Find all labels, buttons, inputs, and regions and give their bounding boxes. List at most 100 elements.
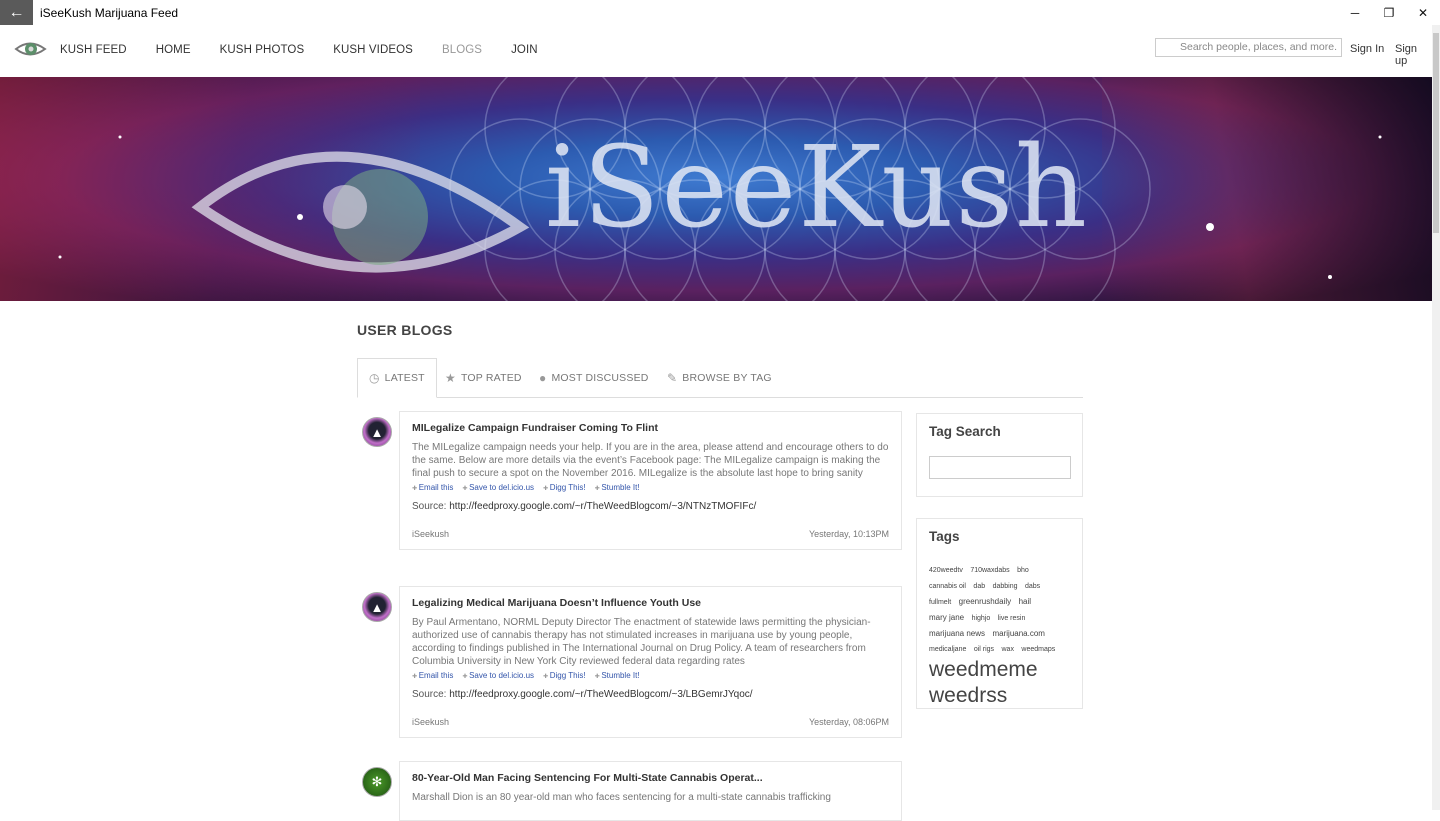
stumble-link[interactable]: Stumble It! (595, 483, 639, 492)
tag-search-title: Tag Search (929, 424, 1001, 439)
tag-link[interactable]: bho (1017, 567, 1029, 574)
post-author[interactable]: iSeekush (412, 529, 449, 539)
search-input[interactable]: Search people, places, and more. (1155, 38, 1342, 57)
nav-kush-photos[interactable]: KUSH PHOTOS (220, 44, 305, 56)
tag-link[interactable]: dabbing (993, 583, 1018, 590)
list-item: ▲ MILegalize Campaign Fundraiser Coming … (357, 411, 902, 566)
page-title: USER BLOGS (357, 322, 453, 338)
nav-blogs[interactable]: BLOGS (442, 44, 482, 56)
nav-home[interactable]: HOME (156, 44, 191, 56)
nav-join[interactable]: JOIN (511, 44, 538, 56)
back-button[interactable]: ← (0, 0, 33, 25)
tab-label: LATEST (384, 372, 425, 384)
clock-icon: ◷ (369, 371, 380, 385)
tab-latest[interactable]: ◷ LATEST (357, 358, 437, 398)
post-title[interactable]: MILegalize Campaign Fundraiser Coming To… (412, 422, 889, 434)
site-navbar: KUSH FEED HOME KUSH PHOTOS KUSH VIDEOS B… (0, 25, 1432, 77)
tag-link[interactable]: mary jane (929, 613, 964, 622)
tab-top-rated[interactable]: ★ TOP RATED (445, 358, 522, 398)
tag-link[interactable]: marijuana news (929, 629, 985, 638)
tag-link[interactable]: dab (973, 583, 985, 590)
nav-kush-videos[interactable]: KUSH VIDEOS (333, 44, 413, 56)
tag-link[interactable]: 420weedtv (929, 567, 963, 574)
tab-label: MOST DISCUSSED (551, 372, 649, 384)
tag-link[interactable]: greenrushdaily (959, 597, 1011, 606)
delicious-link[interactable]: Save to del.icio.us (462, 671, 534, 680)
nav-kush-feed[interactable]: KUSH FEED (60, 44, 127, 56)
tag-icon: ✎ (667, 371, 678, 385)
arrow-left-icon: ← (8, 3, 25, 21)
post-time: Yesterday, 10:13PM (808, 529, 889, 539)
email-link[interactable]: Email this (412, 483, 454, 492)
source-link[interactable]: http://feedproxy.google.com/~r/TheWeedBl… (449, 501, 756, 512)
post-time: Yesterday, 08:06PM (808, 717, 889, 727)
avatar[interactable]: ▲ (362, 417, 392, 447)
tab-label: BROWSE BY TAG (682, 372, 772, 384)
eye-logo-icon[interactable] (14, 36, 47, 64)
nav-menu: KUSH FEED HOME KUSH PHOTOS KUSH VIDEOS B… (60, 44, 567, 56)
minimize-button[interactable]: ─ (1338, 0, 1372, 25)
share-links: Email this Save to del.icio.us Digg This… (412, 671, 889, 680)
pyramid-eye-icon: ▲ (370, 599, 384, 615)
post-author[interactable]: iSeekush (412, 717, 449, 727)
star-icon: ★ (445, 371, 456, 385)
list-item: ✻ 80-Year-Old Man Facing Sentencing For … (357, 761, 902, 821)
list-item: ▲ Legalizing Medical Marijuana Doesn’t I… (357, 586, 902, 741)
post-card: Legalizing Medical Marijuana Doesn’t Inf… (399, 586, 902, 738)
scrollbar-thumb[interactable] (1433, 33, 1439, 233)
tag-link[interactable]: fullmelt (929, 599, 951, 606)
source-link[interactable]: http://feedproxy.google.com/~r/TheWeedBl… (449, 689, 752, 700)
digg-link[interactable]: Digg This! (543, 671, 586, 680)
page-scrollbar[interactable] (1432, 25, 1440, 810)
stumble-link[interactable]: Stumble It! (595, 671, 639, 680)
digg-link[interactable]: Digg This! (543, 483, 586, 492)
tab-browse-by-tag[interactable]: ✎ BROWSE BY TAG (667, 358, 772, 398)
close-icon: ✕ (1417, 5, 1429, 20)
post-source: Source: http://feedproxy.google.com/~r/T… (412, 689, 889, 700)
share-links: Email this Save to del.icio.us Digg This… (412, 483, 889, 492)
post-card: MILegalize Campaign Fundraiser Coming To… (399, 411, 902, 550)
tag-link[interactable]: marijuana.com (992, 629, 1044, 638)
source-label: Source: (412, 501, 447, 512)
tag-link[interactable]: oil rigs (974, 646, 994, 653)
banner-logo-text: iSeeKush (545, 123, 1090, 253)
tag-link[interactable]: dabs (1025, 583, 1040, 590)
tab-most-discussed[interactable]: ● MOST DISCUSSED (539, 358, 649, 398)
tags-panel: Tags 420weedtv 710waxdabs bho cannabis o… (916, 518, 1083, 709)
window-title: iSeeKush Marijuana Feed (40, 5, 179, 20)
tag-search-input[interactable] (929, 456, 1071, 479)
delicious-link[interactable]: Save to del.icio.us (462, 483, 534, 492)
window-controls: ─ ❐ ✕ (1338, 0, 1440, 25)
email-link[interactable]: Email this (412, 671, 454, 680)
tag-link[interactable]: weedmaps (1021, 646, 1055, 653)
post-footer: iSeekush Yesterday, 10:13PM (412, 529, 889, 539)
restore-button[interactable]: ❐ (1372, 0, 1406, 25)
minimize-icon: ─ (1350, 5, 1360, 20)
tag-link[interactable]: wax (1002, 646, 1014, 653)
sign-in-link[interactable]: Sign In (1350, 43, 1384, 55)
post-title[interactable]: Legalizing Medical Marijuana Doesn’t Inf… (412, 597, 889, 609)
avatar[interactable]: ▲ (362, 592, 392, 622)
tag-link[interactable]: weedmeme (929, 657, 1067, 682)
blog-tabs: ◷ LATEST ★ TOP RATED ● MOST DISCUSSED ✎ … (357, 358, 1083, 398)
tag-link[interactable]: live resin (998, 615, 1026, 622)
close-button[interactable]: ✕ (1406, 0, 1440, 25)
tag-link[interactable]: cannabis oil (929, 583, 966, 590)
restore-icon: ❐ (1383, 5, 1395, 20)
tag-link[interactable]: 710waxdabs (970, 567, 1009, 574)
post-card: 80-Year-Old Man Facing Sentencing For Mu… (399, 761, 902, 821)
tag-link[interactable]: weedrss (929, 683, 1067, 708)
post-excerpt: By Paul Armentano, NORML Deputy Director… (412, 617, 871, 667)
post-excerpt: Marshall Dion is an 80 year-old man who … (412, 792, 831, 803)
tag-link[interactable]: highjo (972, 615, 991, 622)
tag-link[interactable]: medicaljane (929, 646, 966, 653)
tag-search-panel: Tag Search (916, 413, 1083, 497)
avatar[interactable]: ✻ (362, 767, 392, 797)
post-title[interactable]: 80-Year-Old Man Facing Sentencing For Mu… (412, 772, 889, 784)
post-excerpt: The MILegalize campaign needs your help.… (412, 442, 889, 479)
cannabis-leaf-icon: ✻ (371, 774, 383, 789)
tag-link[interactable]: hail (1019, 597, 1031, 606)
hero-banner: iSeeKush (0, 77, 1432, 301)
comment-icon: ● (539, 371, 547, 385)
sign-up-link[interactable]: Sign up (1395, 43, 1432, 67)
